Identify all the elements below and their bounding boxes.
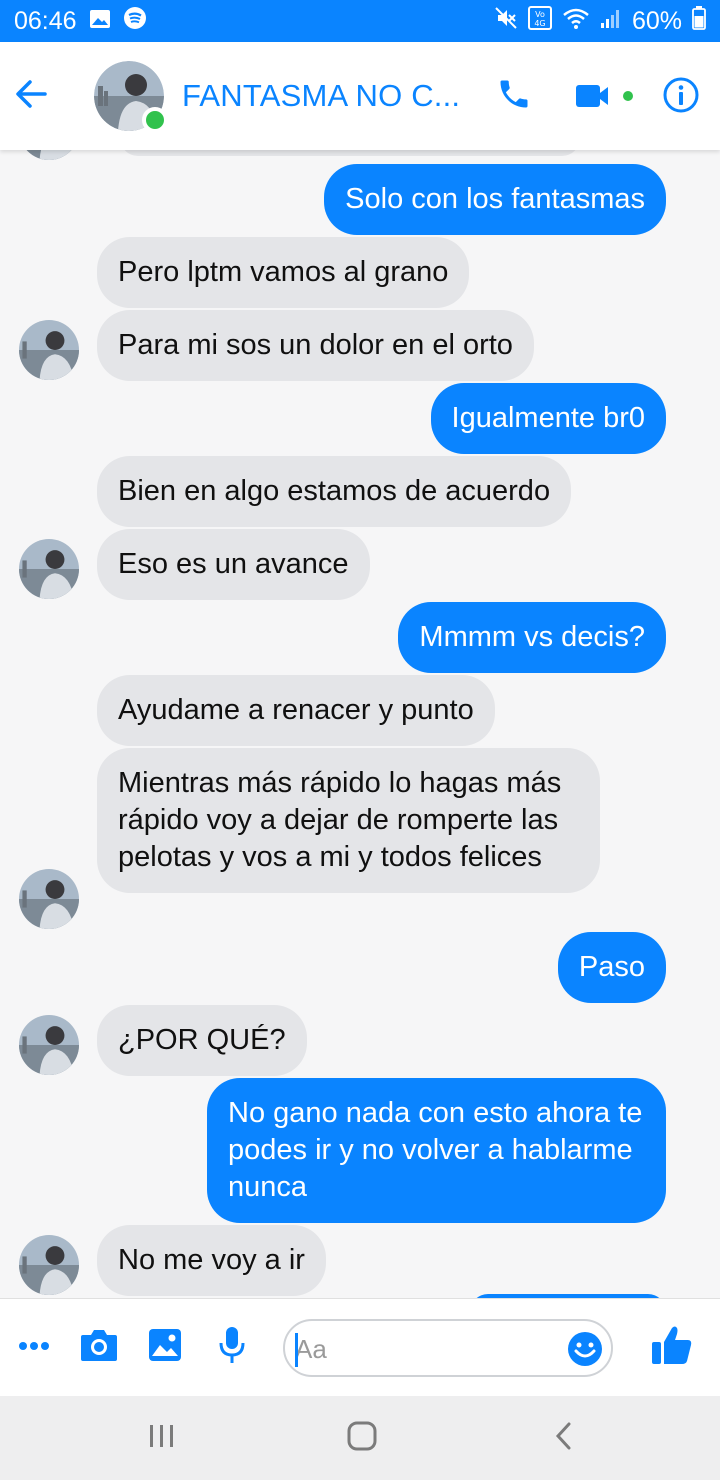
message-bubble-incoming[interactable]: Eso es un avance [97,529,370,600]
more-button[interactable] [16,1329,52,1365]
message-composer [0,1298,720,1396]
message-input-container[interactable] [283,1319,613,1377]
contact-avatar-small [19,1015,79,1075]
message-bubble-outgoing[interactable]: Igualmente br0 [430,383,666,454]
thumbs-up-icon [650,1324,694,1371]
message-bubble-incoming[interactable]: ¿POR QUÉ? [97,1005,307,1076]
back-arrow-icon [14,79,48,114]
back-button[interactable] [0,65,62,127]
info-button[interactable] [660,76,702,118]
svg-text:Vo: Vo [535,10,545,19]
message-bubble-incoming[interactable]: Ayudame a renacer y punto [97,675,495,746]
microphone-icon [217,1325,247,1370]
contact-avatar-small [19,1235,79,1295]
emoji-icon [567,1332,603,1371]
contact-avatar-small [19,869,79,929]
message-bubble-outgoing[interactable]: No gano nada con esto ahora te podes ir … [207,1078,666,1223]
image-icon [147,1327,183,1368]
contact-avatar-small [19,539,79,599]
message-bubble-incoming[interactable]: Mientras más rápido lo hagas más rápido … [97,748,600,893]
camera-button[interactable] [78,1327,120,1367]
message-bubble-incoming[interactable]: No me voy a ir [97,1225,326,1296]
chevron-left-icon [554,1421,574,1456]
phone-icon [496,76,532,117]
call-button[interactable] [494,76,534,116]
battery-percentage: 60% [631,6,682,35]
signal-icon [600,7,622,36]
spotify-icon [123,6,147,37]
status-bar: 06:46 Vo 4G 60% [0,0,720,42]
video-call-button[interactable] [572,78,636,118]
online-status-dot [142,107,168,133]
back-nav-button[interactable] [534,1418,594,1458]
partial-message-bubble [120,150,580,156]
camera-icon [79,1327,119,1368]
like-button[interactable] [648,1323,696,1371]
battery-icon [692,5,706,37]
video-camera-icon [572,81,636,116]
text-caret [295,1333,298,1367]
volte-icon: Vo 4G [527,5,552,37]
recent-apps-button[interactable] [132,1418,192,1458]
conversation-header: FANTASMA NO C... [0,42,720,150]
home-icon [346,1420,378,1457]
system-navigation-bar [0,1396,720,1480]
gallery-icon [89,7,111,36]
info-icon [662,76,700,119]
message-bubble-outgoing[interactable]: Mmmm vs decis? [398,602,666,673]
message-input[interactable] [295,1329,555,1369]
message-bubble-incoming[interactable]: Bien en algo estamos de acuerdo [97,456,572,527]
message-bubble-outgoing[interactable]: Paso [557,932,666,1003]
contact-avatar[interactable] [94,61,168,133]
message-bubble-outgoing[interactable]: Solo con los fantasmas [324,164,666,235]
svg-text:4G: 4G [534,19,545,28]
status-time: 06:46 [14,6,77,35]
message-bubble-incoming[interactable]: Pero lptm vamos al grano [97,237,470,308]
recent-apps-icon [147,1423,177,1454]
emoji-button[interactable] [567,1331,603,1372]
gallery-button[interactable] [146,1327,184,1367]
message-bubble-incoming[interactable]: Para mi sos un dolor en el orto [97,310,534,381]
contact-avatar-small [19,320,79,380]
mute-icon [494,6,518,37]
message-list[interactable]: Solo con los fantasmas Pero lptm vamos a… [0,150,720,1298]
voice-message-button[interactable] [214,1325,250,1369]
wifi-icon [562,6,590,37]
more-icon [18,1338,50,1356]
home-button[interactable] [332,1418,392,1458]
contact-name[interactable]: FANTASMA NO C... [182,78,477,114]
contact-avatar-small [19,150,79,160]
